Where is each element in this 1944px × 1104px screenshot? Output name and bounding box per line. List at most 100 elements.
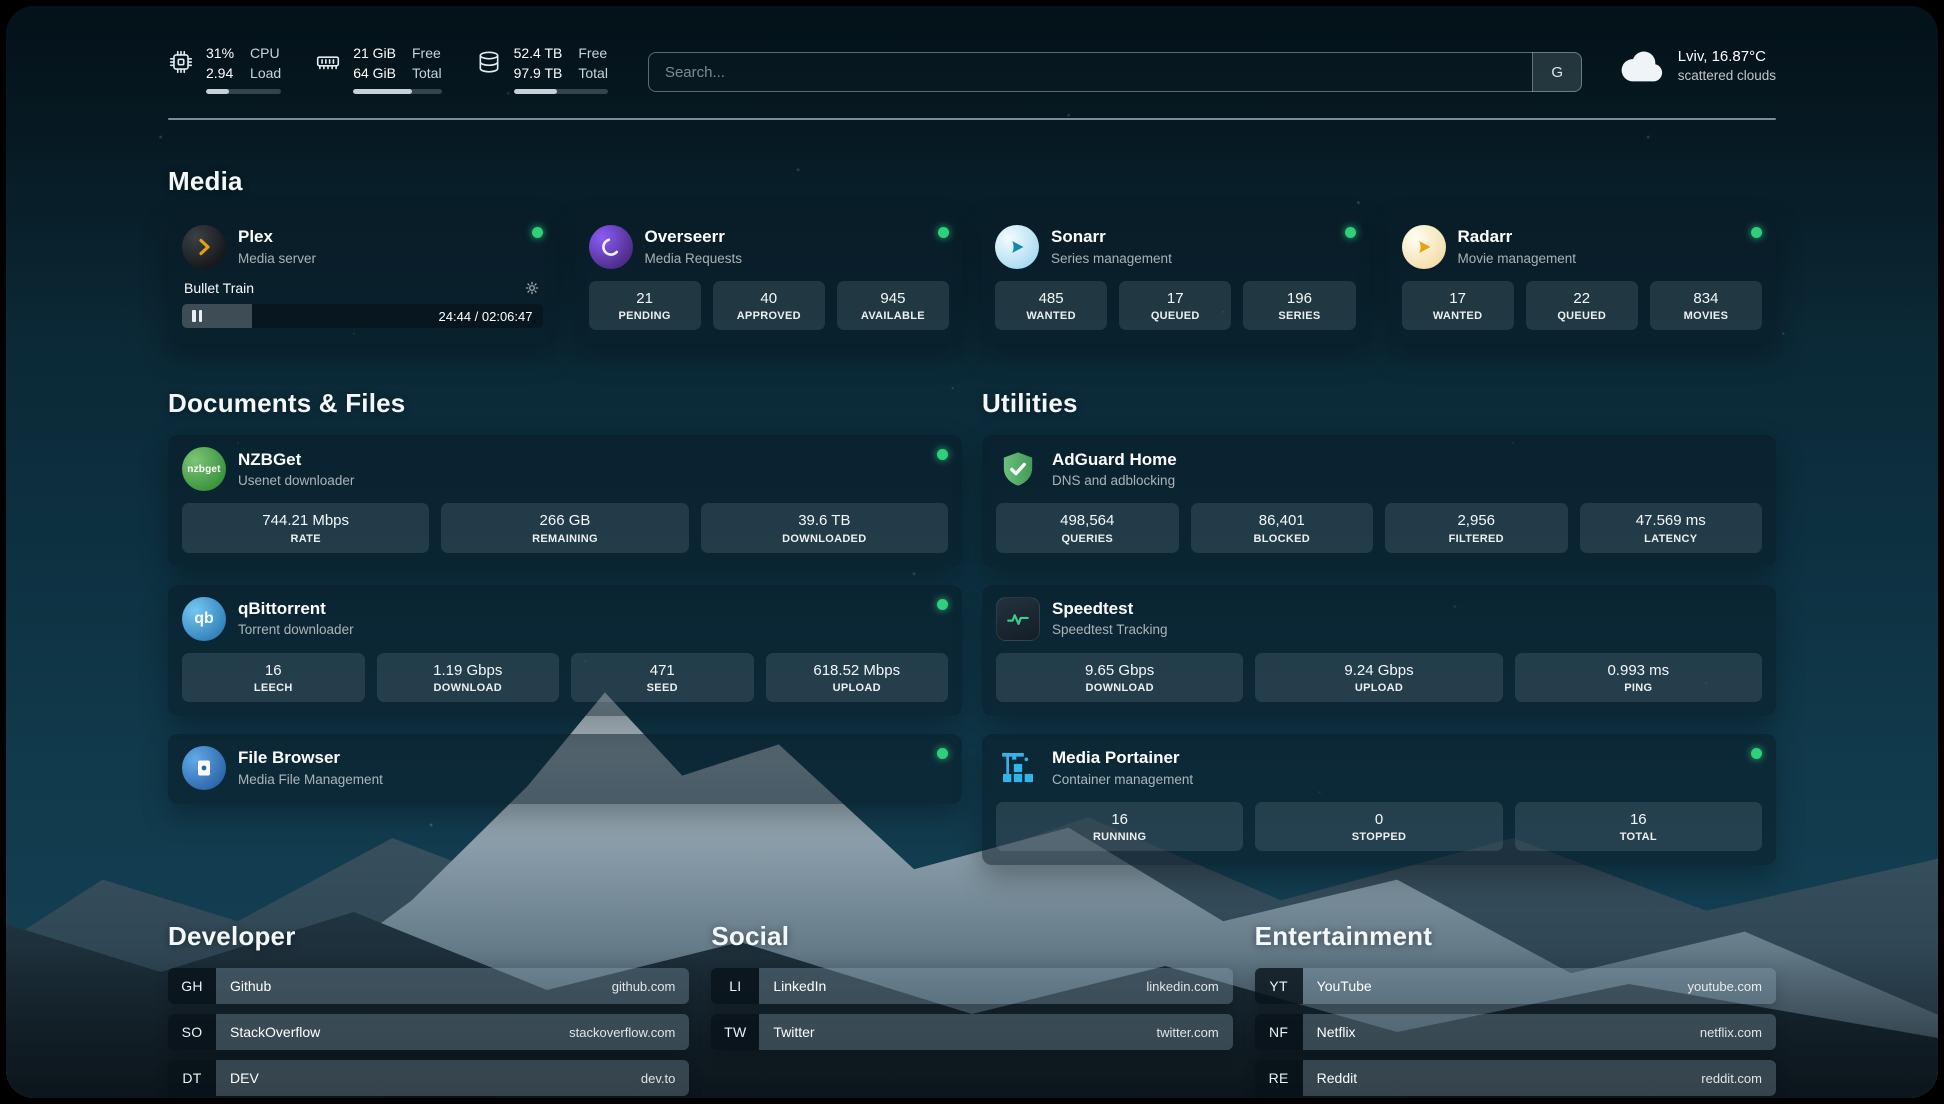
card-plex[interactable]: Plex Media server Bullet Train — [168, 213, 557, 344]
speedtest-icon — [996, 597, 1040, 641]
memory-label-bottom: Total — [412, 64, 442, 84]
now-playing-title: Bullet Train — [184, 280, 254, 296]
bookmark-name: Twitter — [773, 1024, 814, 1040]
bookmark-name: YouTube — [1317, 978, 1372, 994]
memory-free-value: 21 GiB — [353, 44, 396, 64]
card-adguard[interactable]: AdGuard Home DNS and adblocking 498,564 … — [982, 435, 1776, 566]
nzbget-stat-rate: 744.21 Mbps RATE — [182, 503, 429, 552]
pause-button[interactable] — [192, 310, 202, 322]
speedtest-stat-download: 9.65 Gbps DOWNLOAD — [996, 653, 1243, 702]
sonarr-stat-wanted: 485 WANTED — [995, 281, 1107, 330]
cpu-label-bottom: Load — [250, 64, 281, 84]
search-bar: G — [648, 52, 1582, 92]
overseerr-stat-pending: 21 PENDING — [589, 281, 701, 330]
netflix-abbr-icon: NF — [1255, 1014, 1303, 1050]
topbar-divider — [168, 118, 1776, 120]
bookmark-twitter[interactable]: TW Twitter twitter.com — [711, 1014, 1232, 1050]
bookmark-name: DEV — [230, 1070, 259, 1086]
speedtest-desc: Speedtest Tracking — [1052, 622, 1168, 638]
bookmark-url: stackoverflow.com — [569, 1025, 675, 1040]
card-speedtest[interactable]: Speedtest Speedtest Tracking 9.65 Gbps D… — [982, 585, 1776, 716]
speedtest-name: Speedtest — [1052, 599, 1168, 619]
overseerr-stat-approved: 40 APPROVED — [713, 281, 825, 330]
cpu-widget: 31% 2.94 CPU Load — [168, 44, 281, 94]
disk-progress-bar — [514, 89, 608, 94]
sonarr-icon — [995, 225, 1039, 269]
portainer-desc: Container management — [1052, 772, 1193, 788]
memory-widget: 21 GiB 64 GiB Free Total — [315, 44, 441, 94]
card-sonarr[interactable]: Sonarr Series management 485 WANTED 17 Q… — [981, 213, 1370, 344]
bookmark-github[interactable]: GH Github github.com — [168, 968, 689, 1004]
search-provider-button[interactable]: G — [1532, 52, 1582, 92]
card-overseerr[interactable]: Overseerr Media Requests 21 PENDING 40 A… — [575, 213, 964, 344]
topbar: 31% 2.94 CPU Load — [168, 6, 1776, 94]
section-title-documents: Documents & Files — [168, 388, 962, 419]
bookmark-url: twitter.com — [1157, 1025, 1219, 1040]
plex-status-dot — [532, 227, 543, 238]
bookmark-dev[interactable]: DT DEV dev.to — [168, 1060, 689, 1096]
filebrowser-name: File Browser — [238, 748, 383, 768]
nzbget-name: NZBGet — [238, 450, 354, 470]
section-title-developer: Developer — [168, 921, 689, 952]
portainer-status-dot — [1751, 748, 1762, 759]
card-qbittorrent[interactable]: qb qBittorrent Torrent downloader 16 LEE… — [168, 585, 962, 716]
adguard-icon — [996, 447, 1040, 491]
card-radarr[interactable]: Radarr Movie management 17 WANTED 22 QUE… — [1388, 213, 1777, 344]
search-input[interactable] — [648, 52, 1582, 92]
memory-progress-bar — [353, 89, 441, 94]
nzbget-stat-remaining: 266 GB REMAINING — [441, 503, 688, 552]
qbittorrent-stat-seed: 471 SEED — [571, 653, 754, 702]
overseerr-stat-available: 945 AVAILABLE — [837, 281, 949, 330]
portainer-name: Media Portainer — [1052, 748, 1193, 768]
radarr-stat-wanted: 17 WANTED — [1402, 281, 1514, 330]
reddit-abbr-icon: RE — [1255, 1060, 1303, 1096]
bookmark-linkedin[interactable]: LI LinkedIn linkedin.com — [711, 968, 1232, 1004]
qbittorrent-name: qBittorrent — [238, 599, 354, 619]
nzbget-stat-downloaded: 39.6 TB DOWNLOADED — [701, 503, 948, 552]
plex-desc: Media server — [238, 251, 316, 267]
overseerr-desc: Media Requests — [645, 251, 743, 267]
bookmark-netflix[interactable]: NF Netflix netflix.com — [1255, 1014, 1776, 1050]
youtube-abbr-icon: YT — [1255, 968, 1303, 1004]
portainer-stat-running: 16 RUNNING — [996, 802, 1243, 851]
dashboard-screen: 31% 2.94 CPU Load — [6, 6, 1938, 1098]
disk-widget: 52.4 TB 97.9 TB Free Total — [476, 44, 608, 94]
overseerr-icon — [589, 225, 633, 269]
plex-name: Plex — [238, 227, 316, 247]
section-title-media: Media — [168, 166, 1776, 197]
playback-time: 24:44 / 02:06:47 — [439, 309, 533, 324]
disk-label-top: Free — [578, 44, 608, 64]
disk-total-value: 97.9 TB — [514, 64, 563, 84]
sonarr-desc: Series management — [1051, 251, 1172, 267]
portainer-stat-stopped: 0 STOPPED — [1255, 802, 1502, 851]
bookmark-youtube[interactable]: YT YouTube youtube.com — [1255, 968, 1776, 1004]
sonarr-status-dot — [1345, 227, 1356, 238]
radarr-desc: Movie management — [1458, 251, 1577, 267]
portainer-icon — [996, 746, 1040, 790]
adguard-desc: DNS and adblocking — [1052, 473, 1177, 489]
weather-condition: scattered clouds — [1678, 68, 1776, 83]
adguard-stat-latency: 47.569 ms LATENCY — [1580, 503, 1763, 552]
speedtest-stat-ping: 0.993 ms PING — [1515, 653, 1762, 702]
settings-gear-icon[interactable] — [523, 279, 541, 297]
qbittorrent-stat-upload: 618.52 Mbps UPLOAD — [766, 653, 949, 702]
card-filebrowser[interactable]: File Browser Media File Management — [168, 734, 962, 804]
cpu-usage-value: 31% — [206, 44, 234, 64]
qbittorrent-stat-download: 1.19 Gbps DOWNLOAD — [377, 653, 560, 702]
disk-label-bottom: Total — [578, 64, 608, 84]
cloud-icon — [1620, 49, 1666, 83]
filebrowser-desc: Media File Management — [238, 772, 383, 788]
card-portainer[interactable]: Media Portainer Container management 16 … — [982, 734, 1776, 865]
card-nzbget[interactable]: nzbget NZBGet Usenet downloader 744.21 M… — [168, 435, 962, 566]
memory-icon — [315, 49, 341, 75]
bookmark-stackoverflow[interactable]: SO StackOverflow stackoverflow.com — [168, 1014, 689, 1050]
adguard-stat-queries: 498,564 QUERIES — [996, 503, 1179, 552]
bookmark-reddit[interactable]: RE Reddit reddit.com — [1255, 1060, 1776, 1096]
bookmark-url: netflix.com — [1700, 1025, 1762, 1040]
qbittorrent-status-dot — [937, 599, 948, 610]
bookmark-url: dev.to — [641, 1071, 675, 1086]
section-title-entertainment: Entertainment — [1255, 921, 1776, 952]
bookmark-name: StackOverflow — [230, 1024, 320, 1040]
qbittorrent-stat-leech: 16 LEECH — [182, 653, 365, 702]
sonarr-stat-series: 196 SERIES — [1243, 281, 1355, 330]
